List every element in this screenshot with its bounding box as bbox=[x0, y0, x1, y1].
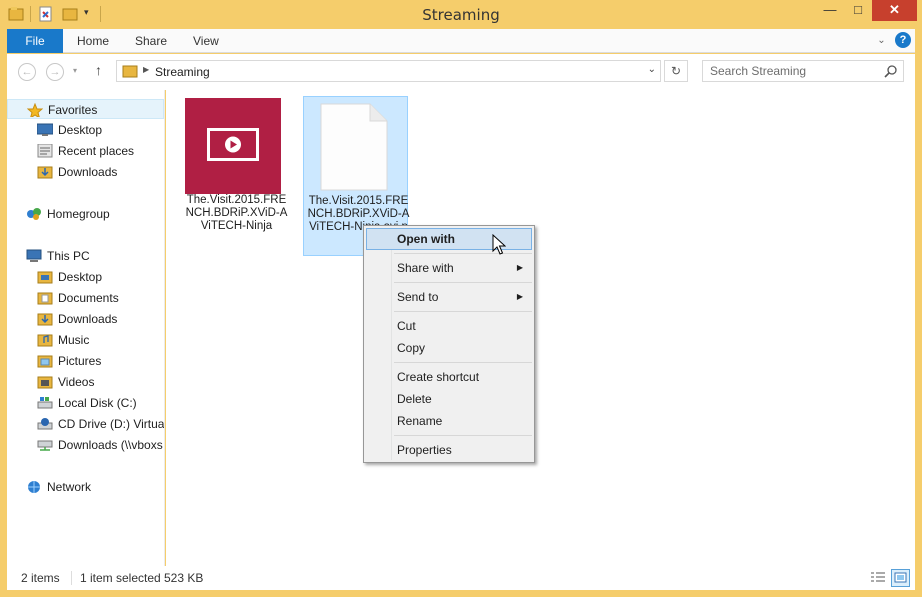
file-list[interactable]: The.Visit.2015.FRENCH.BDRiP.XViD-AViTECH… bbox=[166, 90, 915, 566]
breadcrumb-chevron-icon[interactable]: ▶ bbox=[143, 65, 149, 74]
item-count: 2 items bbox=[21, 571, 60, 585]
nav-label: Downloads bbox=[58, 165, 118, 179]
nav-label: CD Drive (D:) Virtual bbox=[58, 417, 165, 431]
submenu-arrow-icon: ▶ bbox=[516, 292, 523, 301]
status-bar: 2 items 1 item selected 523 KB bbox=[7, 566, 915, 590]
up-button[interactable]: ↑ bbox=[95, 62, 102, 78]
videos-folder-icon bbox=[37, 376, 53, 389]
document-icon bbox=[320, 103, 388, 191]
menu-item-cut[interactable]: Cut bbox=[366, 315, 532, 337]
menu-item-delete[interactable]: Delete bbox=[366, 388, 532, 410]
address-dropdown-icon[interactable]: ⌄ bbox=[648, 64, 656, 75]
ribbon-controls: ⌄ ? bbox=[877, 32, 911, 48]
refresh-button[interactable]: ↻ bbox=[664, 60, 688, 82]
selection-size: 523 KB bbox=[164, 571, 204, 585]
search-icon[interactable] bbox=[884, 64, 898, 78]
address-bar[interactable]: ▶ Streaming ⌄ bbox=[116, 60, 661, 82]
mouse-cursor-icon bbox=[492, 234, 506, 255]
menu-item-send-to[interactable]: Send to ▶ bbox=[366, 286, 532, 308]
menu-separator bbox=[394, 311, 532, 312]
network-drive-icon bbox=[37, 440, 53, 451]
downloads-folder-icon bbox=[37, 166, 53, 179]
minimize-button[interactable]: — bbox=[817, 0, 843, 21]
help-icon[interactable]: ? bbox=[895, 32, 911, 48]
nav-label: Music bbox=[58, 333, 90, 347]
nav-label: This PC bbox=[47, 249, 90, 263]
downloads-folder-icon bbox=[37, 313, 53, 326]
nav-label: Desktop bbox=[58, 123, 103, 137]
explorer-window: ▾ Streaming — □ ✕ File Home Share View ⌄… bbox=[0, 0, 922, 597]
documents-folder-icon bbox=[37, 292, 53, 305]
selection-status: 1 item selected bbox=[80, 571, 161, 585]
play-video-icon bbox=[207, 128, 259, 161]
music-folder-icon bbox=[37, 334, 53, 347]
nav-label: Pictures bbox=[58, 354, 102, 368]
nav-label: Downloads bbox=[58, 312, 118, 326]
nav-label: Desktop bbox=[58, 270, 103, 284]
tab-share[interactable]: Share bbox=[135, 29, 167, 53]
context-menu: Open with Share with ▶ Send to ▶ Cut Copy … bbox=[363, 225, 535, 463]
menu-separator bbox=[394, 253, 532, 254]
recent-places-icon bbox=[37, 144, 53, 158]
nav-label: Videos bbox=[58, 375, 95, 389]
nav-label: Documents bbox=[58, 291, 119, 305]
tab-home[interactable]: Home bbox=[77, 29, 109, 53]
ribbon: File Home Share View ⌄ ? bbox=[7, 29, 915, 53]
homegroup-icon bbox=[27, 208, 41, 220]
menu-item-properties[interactable]: Properties bbox=[366, 439, 532, 461]
nav-label: Downloads (\\vboxs bbox=[58, 438, 163, 452]
large-icons-view-button[interactable] bbox=[891, 569, 910, 587]
network-icon bbox=[28, 481, 40, 493]
star-icon bbox=[27, 103, 43, 117]
video-folder-thumbnail bbox=[185, 98, 281, 194]
nav-label: Network bbox=[47, 480, 92, 494]
breadcrumb[interactable]: Streaming bbox=[155, 65, 210, 79]
recent-locations-icon[interactable]: ▾ bbox=[73, 66, 77, 75]
submenu-arrow-icon: ▶ bbox=[516, 263, 523, 272]
search-input[interactable] bbox=[703, 61, 881, 81]
window-title: Streaming bbox=[422, 6, 500, 24]
title-bar: ▾ Streaming — □ ✕ bbox=[0, 0, 922, 29]
cd-drive-icon bbox=[37, 418, 53, 430]
menu-label: Send to bbox=[397, 290, 439, 304]
menu-separator bbox=[394, 435, 532, 436]
close-button[interactable]: ✕ bbox=[872, 0, 917, 21]
menu-item-create-shortcut[interactable]: Create shortcut bbox=[366, 366, 532, 388]
menu-item-copy[interactable]: Copy bbox=[366, 337, 532, 359]
nav-label: Homegroup bbox=[47, 207, 110, 221]
nav-label: Local Disk (C:) bbox=[58, 396, 137, 410]
menu-label: Share with bbox=[397, 261, 454, 275]
desktop-folder-icon bbox=[37, 271, 53, 284]
menu-separator bbox=[394, 282, 532, 283]
navigation-pane: Favorites Desktop Recent places Download… bbox=[7, 90, 165, 566]
back-button[interactable]: ← bbox=[18, 63, 36, 81]
expand-ribbon-icon[interactable]: ⌄ bbox=[877, 35, 885, 46]
file-item[interactable]: The.Visit.2015.FRENCH.BDRiP.XViD-AViTECH… bbox=[184, 96, 289, 256]
computer-icon bbox=[26, 249, 42, 262]
folder-icon bbox=[122, 65, 138, 78]
search-box bbox=[702, 60, 904, 82]
desktop-icon bbox=[37, 123, 53, 136]
local-disk-icon bbox=[37, 397, 53, 409]
details-view-icon[interactable] bbox=[869, 570, 887, 586]
menu-item-share-with[interactable]: Share with ▶ bbox=[366, 257, 532, 279]
nav-label: Recent places bbox=[58, 144, 135, 158]
file-name: The.Visit.2015.FRENCH.BDRiP.XViD-AViTECH… bbox=[185, 194, 288, 232]
tab-view[interactable]: View bbox=[193, 29, 219, 53]
nav-label: Favorites bbox=[48, 103, 98, 117]
large-icons-view-icon bbox=[894, 572, 907, 583]
menu-separator bbox=[394, 362, 532, 363]
tab-file[interactable]: File bbox=[7, 29, 63, 53]
pictures-folder-icon bbox=[37, 355, 53, 368]
forward-button[interactable]: → bbox=[46, 63, 64, 81]
address-row: ← → ▾ ↑ ▶ Streaming ⌄ ↻ bbox=[7, 54, 915, 90]
menu-item-rename[interactable]: Rename bbox=[366, 410, 532, 432]
maximize-button[interactable]: □ bbox=[845, 0, 871, 21]
nav-favorites[interactable]: Favorites bbox=[7, 99, 164, 119]
menu-item-open-with[interactable]: Open with bbox=[366, 228, 532, 250]
divider bbox=[71, 571, 72, 585]
